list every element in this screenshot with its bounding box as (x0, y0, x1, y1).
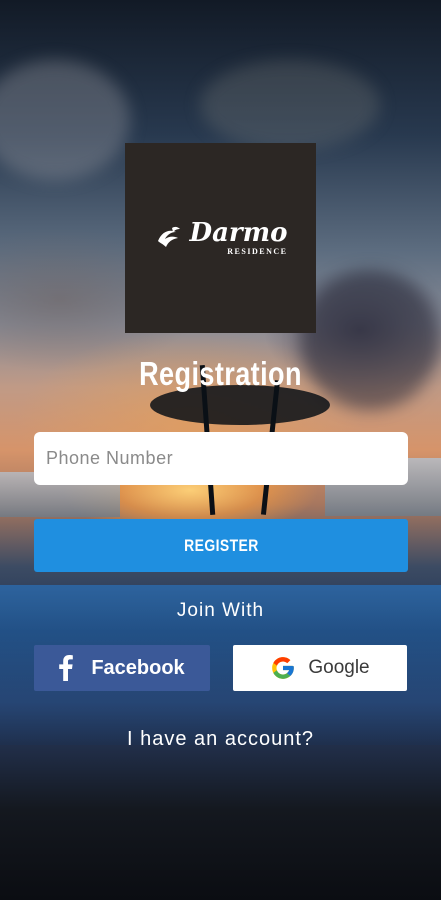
have-account-link[interactable]: I have an account? (0, 728, 441, 751)
google-icon (272, 657, 295, 679)
google-login-button[interactable]: Google (233, 645, 407, 691)
register-button-label: REGISTER (183, 535, 259, 555)
facebook-button-label: Facebook (91, 656, 185, 679)
facebook-icon (59, 655, 74, 681)
phone-number-input[interactable] (34, 432, 408, 485)
facebook-login-button[interactable]: Facebook (34, 645, 210, 691)
register-button[interactable]: REGISTER (34, 519, 408, 572)
bird-logo-icon (157, 226, 180, 247)
brand-subtitle: RESIDENCE (227, 247, 288, 256)
google-button-label: Google (308, 657, 370, 678)
background-cloud (0, 60, 130, 180)
background-cloud (200, 60, 380, 150)
brand-name: Darmo (189, 218, 288, 248)
registration-screen: Darmo RESIDENCE Registration REGISTER Jo… (0, 0, 441, 900)
brand-wordmark: Darmo RESIDENCE (190, 220, 288, 256)
brand-logo: Darmo RESIDENCE (125, 143, 316, 333)
brand-logo-content: Darmo RESIDENCE (154, 220, 288, 256)
page-title: Registration (139, 355, 302, 392)
join-with-label: Join With (176, 600, 265, 621)
